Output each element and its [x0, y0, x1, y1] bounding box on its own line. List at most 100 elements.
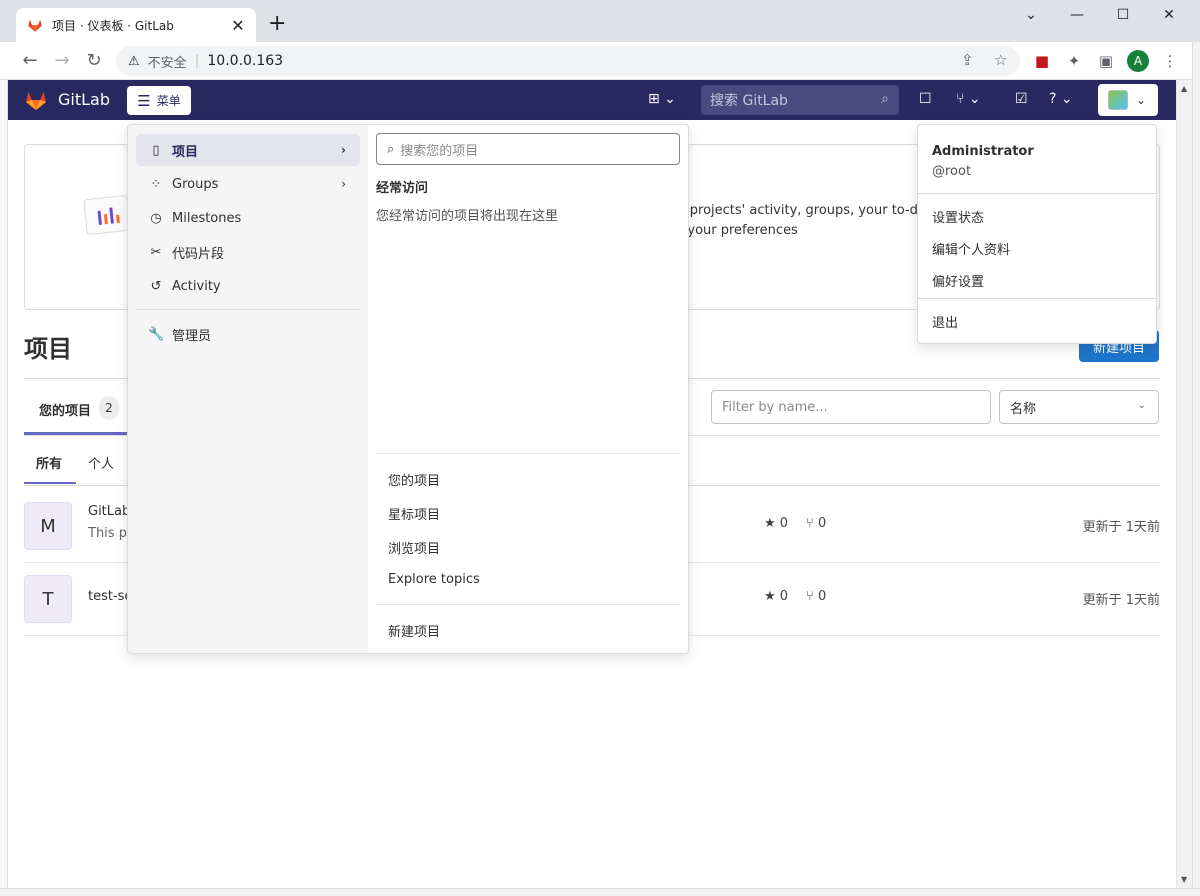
- forward-button[interactable]: →: [50, 50, 74, 72]
- projects-submenu: ⌕ 搜索您的项目 经常访问 您经常访问的项目将出现在这里 您的项目 星标项目 浏…: [368, 125, 688, 653]
- bookmark-star-icon[interactable]: ☆: [994, 51, 1007, 69]
- submenu-divider: [376, 604, 680, 605]
- page-scrollbar[interactable]: ▲ ▼: [1176, 80, 1192, 888]
- minimize-button[interactable]: ⌄: [1008, 4, 1054, 26]
- gitlab-favicon-icon: [28, 19, 42, 32]
- omnibox-separator: |: [194, 53, 200, 69]
- search-icon: ⌕: [881, 91, 889, 107]
- tab-count-badge: 2: [99, 396, 119, 420]
- star-icon: ★: [764, 589, 776, 604]
- window-close-button[interactable]: ✕: [1146, 4, 1192, 26]
- scroll-down-icon[interactable]: ▼: [1181, 875, 1187, 884]
- sign-out-link[interactable]: 退出: [932, 312, 958, 331]
- browser-menu-icon[interactable]: ⋮: [1161, 52, 1179, 70]
- window-bottom-border: [0, 888, 1200, 896]
- profile-avatar[interactable]: A: [1127, 50, 1149, 72]
- search-projects-placeholder: 搜索您的项目: [400, 143, 479, 159]
- new-tab-button[interactable]: +: [268, 12, 286, 36]
- back-button[interactable]: ←: [18, 50, 42, 72]
- callout-text-line1: w projects' activity, groups, your to-d: [675, 203, 918, 218]
- filter-placeholder: Filter by name...: [722, 399, 828, 415]
- project-avatar[interactable]: T: [24, 575, 72, 623]
- gitlab-brand[interactable]: GitLab: [58, 90, 110, 109]
- share-icon[interactable]: ⇪: [961, 51, 974, 69]
- user-menu-button[interactable]: ⌄: [1098, 84, 1158, 116]
- hamburger-icon: ☰: [137, 91, 151, 110]
- project-updated: 更新于 1天前: [1082, 520, 1160, 535]
- search-projects-input[interactable]: ⌕ 搜索您的项目: [376, 133, 680, 165]
- chevron-down-icon: ⌄: [1136, 93, 1147, 107]
- menu-item-admin[interactable]: 🔧 管理员: [136, 318, 360, 350]
- subtab-all[interactable]: 所有: [36, 453, 62, 472]
- link-your-projects[interactable]: 您的项目: [388, 470, 440, 489]
- create-new-icon[interactable]: ⊞ ⌄: [648, 91, 676, 107]
- menu-item-projects[interactable]: ▯ 项目 ›: [136, 134, 360, 166]
- user-handle[interactable]: @root: [932, 164, 971, 179]
- project-icon: ▯: [152, 142, 160, 158]
- address-bar[interactable]: ⚠ 不安全 | 10.0.0.163 ⇪ ☆: [116, 46, 1020, 76]
- todos-icon[interactable]: ☑: [1015, 91, 1028, 107]
- edit-profile-link[interactable]: 编辑个人资料: [932, 239, 1010, 258]
- project-stars[interactable]: ★ 0: [764, 516, 788, 531]
- menu-item-milestones[interactable]: ◷ Milestones: [136, 202, 360, 234]
- main-menu-button[interactable]: ☰ 菜单: [127, 86, 191, 115]
- menu-item-label: Groups: [172, 176, 219, 192]
- project-forks[interactable]: ⑂ 0: [806, 589, 826, 604]
- preferences-link[interactable]: 偏好设置: [932, 271, 984, 290]
- project-name[interactable]: GitLab: [88, 504, 130, 519]
- tab-title: 项目 · 仪表板 · GitLab: [52, 18, 174, 33]
- link-starred-projects[interactable]: 星标项目: [388, 504, 440, 523]
- menu-item-label: 管理员: [172, 328, 212, 344]
- project-forks[interactable]: ⑂ 0: [806, 516, 826, 531]
- menu-item-groups[interactable]: ⁘ Groups ›: [136, 168, 360, 200]
- sort-select[interactable]: 名称 ⌄: [999, 390, 1159, 424]
- gitlab-search-input[interactable]: 搜索 GitLab ⌕: [701, 85, 899, 115]
- scissors-icon: ✂: [150, 244, 162, 260]
- window-minimize-button[interactable]: —: [1054, 4, 1100, 26]
- menu-item-activity[interactable]: ↺ Activity: [136, 270, 360, 302]
- frequent-title: 经常访问: [376, 181, 429, 196]
- gitlab-header: GitLab ☰ 菜单 ⊞ ⌄ 搜索 GitLab ⌕ ☐ ⑂ ⌄ ☑ ? ⌄ …: [8, 80, 1176, 120]
- browser-tab[interactable]: 项目 · 仪表板 · GitLab ✕: [16, 8, 256, 42]
- main-menu-dropdown: ▯ 项目 › ⁘ Groups › ◷ Milestones ✂ 代码片段 ↺ …: [127, 124, 689, 654]
- frequent-empty-text: 您经常访问的项目将出现在这里: [376, 209, 559, 224]
- window-maximize-button[interactable]: ☐: [1100, 4, 1146, 26]
- menu-item-label: 项目: [172, 144, 199, 160]
- link-explore-topics[interactable]: Explore topics: [388, 572, 480, 587]
- scroll-up-icon[interactable]: ▲: [1181, 84, 1187, 93]
- chevron-right-icon: ›: [341, 143, 346, 157]
- set-status-link[interactable]: 设置状态: [932, 207, 984, 226]
- window-right-border: [1192, 42, 1200, 896]
- subtab-personal[interactable]: 个人: [88, 453, 114, 472]
- gitlab-logo-icon[interactable]: [24, 88, 48, 112]
- project-name[interactable]: test-se: [88, 589, 132, 604]
- search-icon: ⌕: [387, 141, 395, 157]
- link-new-project[interactable]: 新建项目: [388, 621, 440, 640]
- fork-icon: ⑂: [806, 589, 814, 604]
- sort-value: 名称: [1010, 401, 1037, 417]
- filter-by-name-input[interactable]: Filter by name...: [711, 390, 991, 424]
- tab-your-projects[interactable]: 您的项目: [39, 400, 91, 419]
- merge-requests-icon[interactable]: ⑂ ⌄: [956, 91, 981, 107]
- link-explore-projects[interactable]: 浏览项目: [388, 538, 440, 557]
- help-icon[interactable]: ? ⌄: [1049, 91, 1073, 107]
- group-icon: ⁘: [150, 176, 162, 192]
- tab-close-icon[interactable]: ✕: [230, 16, 246, 35]
- menu-item-snippets[interactable]: ✂ 代码片段: [136, 236, 360, 268]
- browser-tabstrip: 项目 · 仪表板 · GitLab ✕ + ⌄ — ☐ ✕: [0, 0, 1200, 42]
- project-avatar[interactable]: M: [24, 502, 72, 550]
- user-name[interactable]: Administrator: [932, 144, 1034, 159]
- user-menu-dropdown: Administrator @root 设置状态 编辑个人资料 偏好设置 退出: [917, 124, 1157, 344]
- warning-icon: ⚠: [128, 53, 140, 69]
- bookmark-extension-icon[interactable]: ■: [1033, 52, 1051, 70]
- extensions-puzzle-icon[interactable]: ✦: [1065, 52, 1083, 70]
- issues-icon[interactable]: ☐: [919, 91, 932, 107]
- browser-toolbar: ← → ↻ ⚠ 不安全 | 10.0.0.163 ⇪ ☆ ■ ✦ ▣ A ⋮: [0, 42, 1200, 80]
- project-stars[interactable]: ★ 0: [764, 589, 788, 604]
- side-panel-icon[interactable]: ▣: [1097, 52, 1115, 70]
- callout-text-line2: n your preferences: [675, 223, 798, 238]
- star-icon: ★: [764, 516, 776, 531]
- star-count: 0: [779, 589, 789, 604]
- reload-button[interactable]: ↻: [82, 50, 106, 72]
- callout-illustration: [83, 194, 131, 236]
